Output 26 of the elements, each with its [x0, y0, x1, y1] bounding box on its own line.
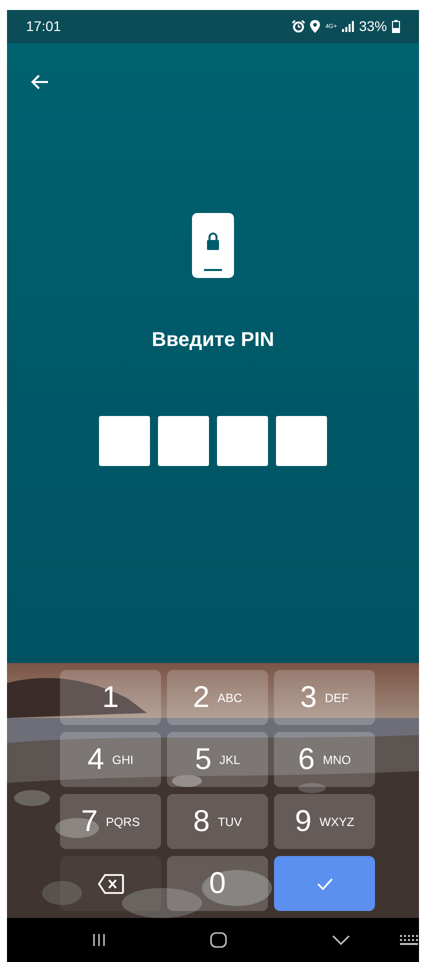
- digit-key[interactable]: 2 ABC: [167, 670, 268, 725]
- digit-key[interactable]: 0: [167, 856, 268, 911]
- digit-key[interactable]: 9 WXYZ: [274, 794, 375, 849]
- digit-key[interactable]: 7 PQRS: [60, 794, 161, 849]
- keyboard-icon[interactable]: [400, 934, 419, 946]
- backspace-icon: [98, 874, 124, 894]
- pin-title: Введите PIN: [152, 328, 274, 353]
- battery-percent: 33%: [358, 17, 387, 36]
- check-icon: [316, 878, 332, 890]
- home-icon[interactable]: [210, 932, 227, 948]
- signal-icon: [342, 21, 354, 32]
- chevron-down-icon[interactable]: [332, 935, 350, 945]
- digit-key[interactable]: 4 GHI: [60, 732, 161, 787]
- location-icon: [310, 20, 320, 33]
- alarm-icon: [292, 20, 306, 33]
- clock: 17:01: [26, 17, 62, 36]
- digit-key[interactable]: 1: [60, 670, 161, 725]
- digit-key[interactable]: 3 DEF: [274, 670, 375, 725]
- battery-icon: [392, 20, 400, 33]
- digit-key[interactable]: 8 TUV: [167, 794, 268, 849]
- digit-key[interactable]: 5 JKL: [167, 732, 268, 787]
- digit-key[interactable]: 6 MNO: [274, 732, 375, 787]
- phone-lock-icon: [192, 213, 234, 278]
- backspace-key[interactable]: [60, 856, 161, 911]
- recent-apps-icon[interactable]: [92, 933, 106, 947]
- back-arrow-icon[interactable]: [31, 74, 49, 90]
